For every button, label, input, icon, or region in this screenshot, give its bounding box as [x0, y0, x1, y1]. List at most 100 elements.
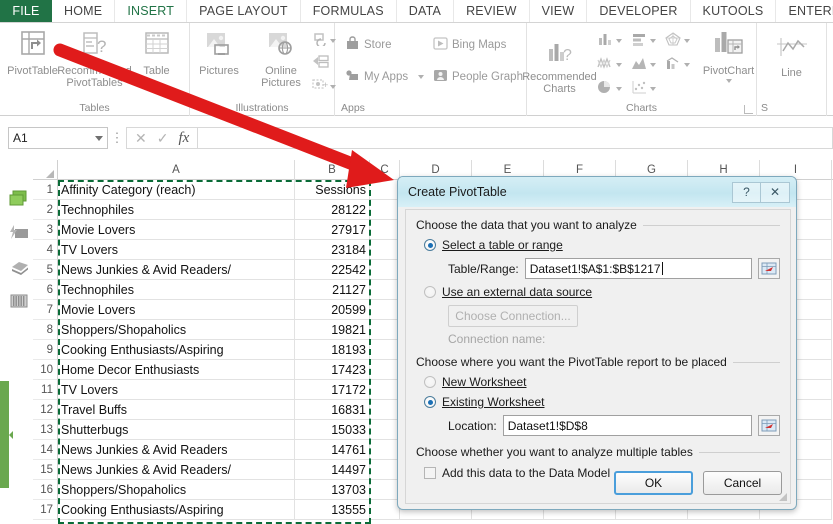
people-graph-button[interactable]: People Graph	[429, 65, 529, 89]
radio-new-worksheet[interactable]: New Worksheet	[424, 375, 780, 389]
pivottable-button[interactable]: PivotTable	[2, 27, 64, 77]
column-chart-caret-icon[interactable]	[616, 39, 622, 43]
row-header-15[interactable]: 15	[33, 460, 58, 480]
help-icon[interactable]: ?	[732, 182, 761, 203]
cell-C12[interactable]	[370, 400, 400, 420]
flash-fill-icon[interactable]	[8, 224, 28, 240]
dialog-title-bar[interactable]: Create PivotTable ? ✕	[398, 177, 796, 207]
row-header-17[interactable]: 17	[33, 500, 58, 520]
pie-chart-button[interactable]	[596, 77, 630, 101]
row-header-7[interactable]: 7	[33, 300, 58, 320]
radio-existing-worksheet-indicator[interactable]	[424, 396, 436, 408]
row-header-12[interactable]: 12	[33, 400, 58, 420]
my-apps-caret-icon[interactable]	[418, 75, 424, 79]
ribbon-tab-kutools[interactable]: KUTOOLS	[691, 0, 777, 22]
row-header-9[interactable]: 9	[33, 340, 58, 360]
ribbon-tab-data[interactable]: DATA	[397, 0, 454, 22]
row-header-11[interactable]: 11	[33, 380, 58, 400]
green-window-icon[interactable]	[8, 190, 28, 206]
formula-input[interactable]	[197, 127, 833, 149]
cell-B11[interactable]: 17172	[295, 380, 370, 400]
ribbon-tab-enterprise[interactable]: ENTERPRISE	[776, 0, 833, 22]
column-header-A[interactable]: A	[58, 160, 295, 180]
cell-A12[interactable]: Travel Buffs	[58, 400, 295, 420]
cell-C9[interactable]	[370, 340, 400, 360]
cell-A5[interactable]: News Junkies & Avid Readers/	[58, 260, 295, 280]
pivotchart-caret-icon[interactable]	[726, 79, 732, 83]
cell-B6[interactable]: 21127	[295, 280, 370, 300]
charts-dialog-launcher[interactable]	[744, 105, 753, 114]
cell-C11[interactable]	[370, 380, 400, 400]
cell-C7[interactable]	[370, 300, 400, 320]
cancel-icon[interactable]: ✕	[135, 130, 147, 147]
cell-B14[interactable]: 14761	[295, 440, 370, 460]
cell-B8[interactable]: 19821	[295, 320, 370, 340]
cell-B10[interactable]: 17423	[295, 360, 370, 380]
radio-new-worksheet-indicator[interactable]	[424, 376, 436, 388]
cell-A7[interactable]: Movie Lovers	[58, 300, 295, 320]
cell-A17[interactable]: Cooking Enthusiasts/Aspiring	[58, 500, 295, 520]
recommended-pivottables-button[interactable]: ? Recommended PivotTables	[64, 27, 126, 89]
column-header-C[interactable]: C	[370, 160, 400, 180]
fx-icon[interactable]: fx	[178, 130, 189, 147]
cell-C10[interactable]	[370, 360, 400, 380]
radio-external-source-indicator[interactable]	[424, 286, 436, 298]
row-header-13[interactable]: 13	[33, 420, 58, 440]
printer-icon[interactable]	[8, 258, 28, 274]
line-sparkline-button[interactable]: Line	[761, 27, 823, 79]
ribbon-tab-review[interactable]: REVIEW	[454, 0, 530, 22]
cell-A1[interactable]: Affinity Category (reach)	[58, 180, 295, 200]
range-picker-icon[interactable]	[758, 258, 780, 279]
row-header-6[interactable]: 6	[33, 280, 58, 300]
cell-A6[interactable]: Technophiles	[58, 280, 295, 300]
cell-B17[interactable]: 13555	[295, 500, 370, 520]
area-chart-caret-icon[interactable]	[650, 63, 656, 67]
formula-bar-expand-handle[interactable]: ⋮	[108, 130, 126, 146]
column-header-B[interactable]: B	[295, 160, 370, 180]
ribbon-tab-formulas[interactable]: FORMULAS	[301, 0, 397, 22]
ok-button[interactable]: OK	[614, 471, 693, 495]
cell-B9[interactable]: 18193	[295, 340, 370, 360]
chevron-down-icon[interactable]	[95, 136, 103, 141]
combo-chart-button[interactable]	[664, 53, 698, 77]
cell-A9[interactable]: Cooking Enthusiasts/Aspiring	[58, 340, 295, 360]
cell-A2[interactable]: Technophiles	[58, 200, 295, 220]
radar-chart-caret-icon[interactable]	[684, 39, 690, 43]
my-apps-button[interactable]: My Apps	[341, 65, 429, 89]
row-header-10[interactable]: 10	[33, 360, 58, 380]
select-all-corner[interactable]	[33, 160, 58, 180]
cell-C6[interactable]	[370, 280, 400, 300]
close-icon[interactable]: ✕	[761, 182, 790, 203]
cell-C14[interactable]	[370, 440, 400, 460]
cell-C3[interactable]	[370, 220, 400, 240]
smartart-button[interactable]	[312, 54, 336, 74]
combo-chart-caret-icon[interactable]	[684, 63, 690, 67]
recommended-charts-button[interactable]: ? Recommended Charts	[524, 27, 596, 95]
cell-C15[interactable]	[370, 460, 400, 480]
pie-chart-caret-icon[interactable]	[616, 87, 622, 91]
cell-A8[interactable]: Shoppers/Shopaholics	[58, 320, 295, 340]
enter-icon[interactable]: ✓	[157, 130, 169, 147]
cell-B5[interactable]: 22542	[295, 260, 370, 280]
cell-C2[interactable]	[370, 200, 400, 220]
row-header-8[interactable]: 8	[33, 320, 58, 340]
cell-C16[interactable]	[370, 480, 400, 500]
cell-B1[interactable]: Sessions	[295, 180, 370, 200]
radio-select-range[interactable]: Select a table or range	[424, 238, 780, 252]
cell-B2[interactable]: 28122	[295, 200, 370, 220]
cell-A10[interactable]: Home Decor Enthusiasts	[58, 360, 295, 380]
cell-A4[interactable]: TV Lovers	[58, 240, 295, 260]
stock-chart-button[interactable]	[596, 53, 630, 77]
radio-external-source[interactable]: Use an external data source	[424, 285, 780, 299]
row-header-14[interactable]: 14	[33, 440, 58, 460]
radio-existing-worksheet[interactable]: Existing Worksheet	[424, 395, 780, 409]
cell-B12[interactable]: 16831	[295, 400, 370, 420]
cell-C8[interactable]	[370, 320, 400, 340]
table-range-input[interactable]: Dataset1!$A$1:$B$1217	[525, 258, 752, 279]
cell-B7[interactable]: 20599	[295, 300, 370, 320]
area-chart-button[interactable]	[630, 53, 664, 77]
row-header-16[interactable]: 16	[33, 480, 58, 500]
row-header-4[interactable]: 4	[33, 240, 58, 260]
online-pictures-button[interactable]: Online Pictures	[250, 27, 312, 89]
column-chart-button[interactable]	[596, 29, 630, 53]
